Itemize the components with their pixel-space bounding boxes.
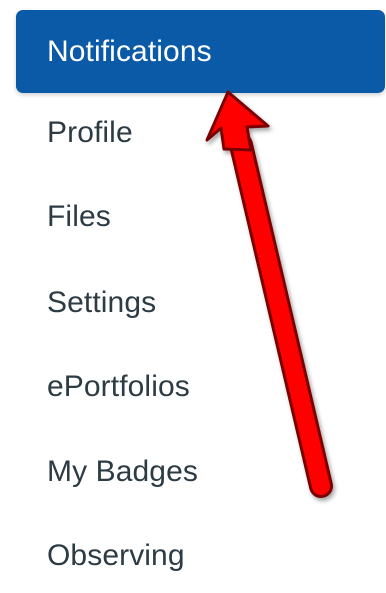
account-navigation: Notifications Profile Files Settings ePo… (0, 0, 386, 573)
nav-item-eportfolios[interactable]: ePortfolios (16, 350, 385, 424)
nav-item-settings[interactable]: Settings (16, 266, 385, 340)
nav-item-observing[interactable]: Observing (16, 519, 385, 593)
nav-item-notifications[interactable]: Notifications (16, 10, 385, 93)
nav-item-my-badges[interactable]: My Badges (16, 435, 385, 509)
nav-item-profile[interactable]: Profile (16, 96, 385, 170)
nav-item-files[interactable]: Files (16, 180, 385, 254)
